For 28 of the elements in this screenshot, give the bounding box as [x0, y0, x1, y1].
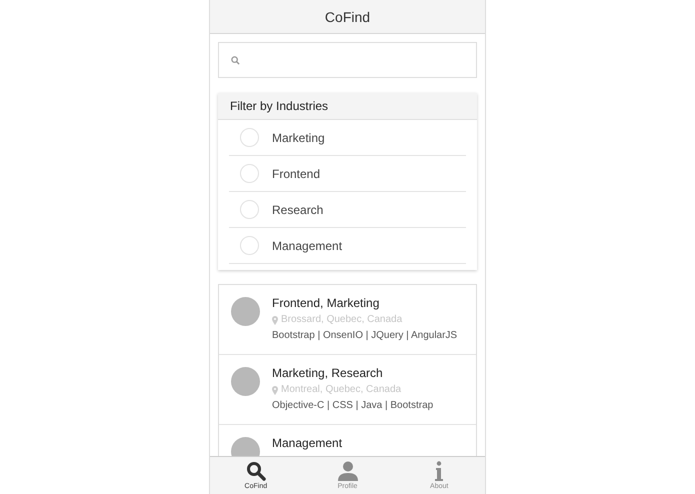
industry-label[interactable]: Research	[272, 202, 324, 216]
search-icon	[231, 56, 240, 64]
location-pin-icon	[272, 386, 278, 394]
person-skills: Objective-C | CSS | Java | Bootstrap	[272, 399, 434, 413]
info-icon	[435, 461, 444, 481]
search-field[interactable]	[218, 42, 477, 78]
industry-label[interactable]: Management	[272, 238, 342, 252]
person-item[interactable]: Marketing, Research Montreal, Quebec, Canada Objective-C | CSS | Java | Bootstrap	[219, 355, 476, 425]
avatar-placeholder	[231, 367, 260, 396]
person-skills: Bootstrap | OnsenIO | JQuery | AngularJS	[272, 329, 458, 343]
person-industries: Marketing, Research	[272, 366, 383, 381]
person-industries: Management	[272, 436, 342, 451]
industry-label[interactable]: Frontend	[272, 166, 320, 180]
industry-label[interactable]: Marketing	[272, 130, 325, 144]
search-icon	[246, 461, 266, 481]
location-pin-icon	[272, 316, 278, 324]
person-industries: Frontend, Marketing	[272, 296, 380, 311]
filter-title: Filter by Industries	[230, 99, 328, 113]
radio-button[interactable]	[240, 128, 259, 147]
app-title: CoFind	[324, 8, 370, 24]
radio-button[interactable]	[240, 236, 259, 255]
person-icon	[338, 461, 358, 481]
radio-button[interactable]	[240, 164, 259, 183]
avatar-placeholder	[231, 297, 260, 326]
person-location: Brossard, Quebec, Canada	[281, 313, 402, 327]
person-item[interactable]: Frontend, Marketing Brossard, Quebec, Canada Bootstrap | OnsenIO | JQuery | AngularJS	[219, 285, 476, 355]
person-location: Montreal, Quebec, Canada	[281, 383, 402, 397]
radio-button[interactable]	[240, 200, 259, 219]
